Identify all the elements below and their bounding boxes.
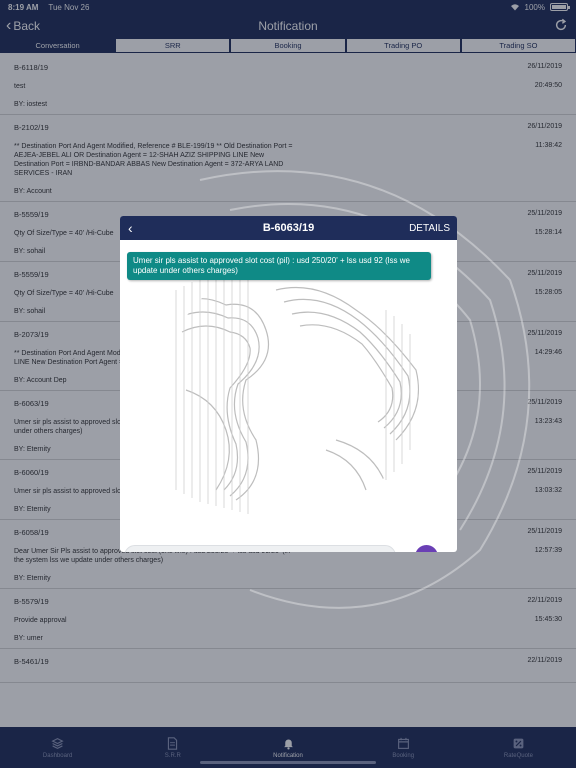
send-button[interactable]	[415, 545, 438, 552]
details-button[interactable]: DETAILS	[409, 223, 450, 234]
modal-header: ‹ B-6063/19 DETAILS	[120, 216, 457, 240]
chat-message-bubble: Umer sir pls assist to approved slot cos…	[127, 252, 431, 280]
modal-title: B-6063/19	[262, 222, 315, 234]
chat-area: Umer sir pls assist to approved slot cos…	[120, 240, 457, 552]
globe-background-icon	[165, 268, 419, 514]
modal-back-button[interactable]: ‹	[120, 220, 150, 236]
arrow-right-icon	[421, 551, 432, 552]
conversation-modal: ‹ B-6063/19 DETAILS Umer sir pls assist …	[120, 216, 457, 552]
chevron-left-icon: ‹	[128, 220, 133, 236]
message-input[interactable]	[124, 545, 396, 552]
